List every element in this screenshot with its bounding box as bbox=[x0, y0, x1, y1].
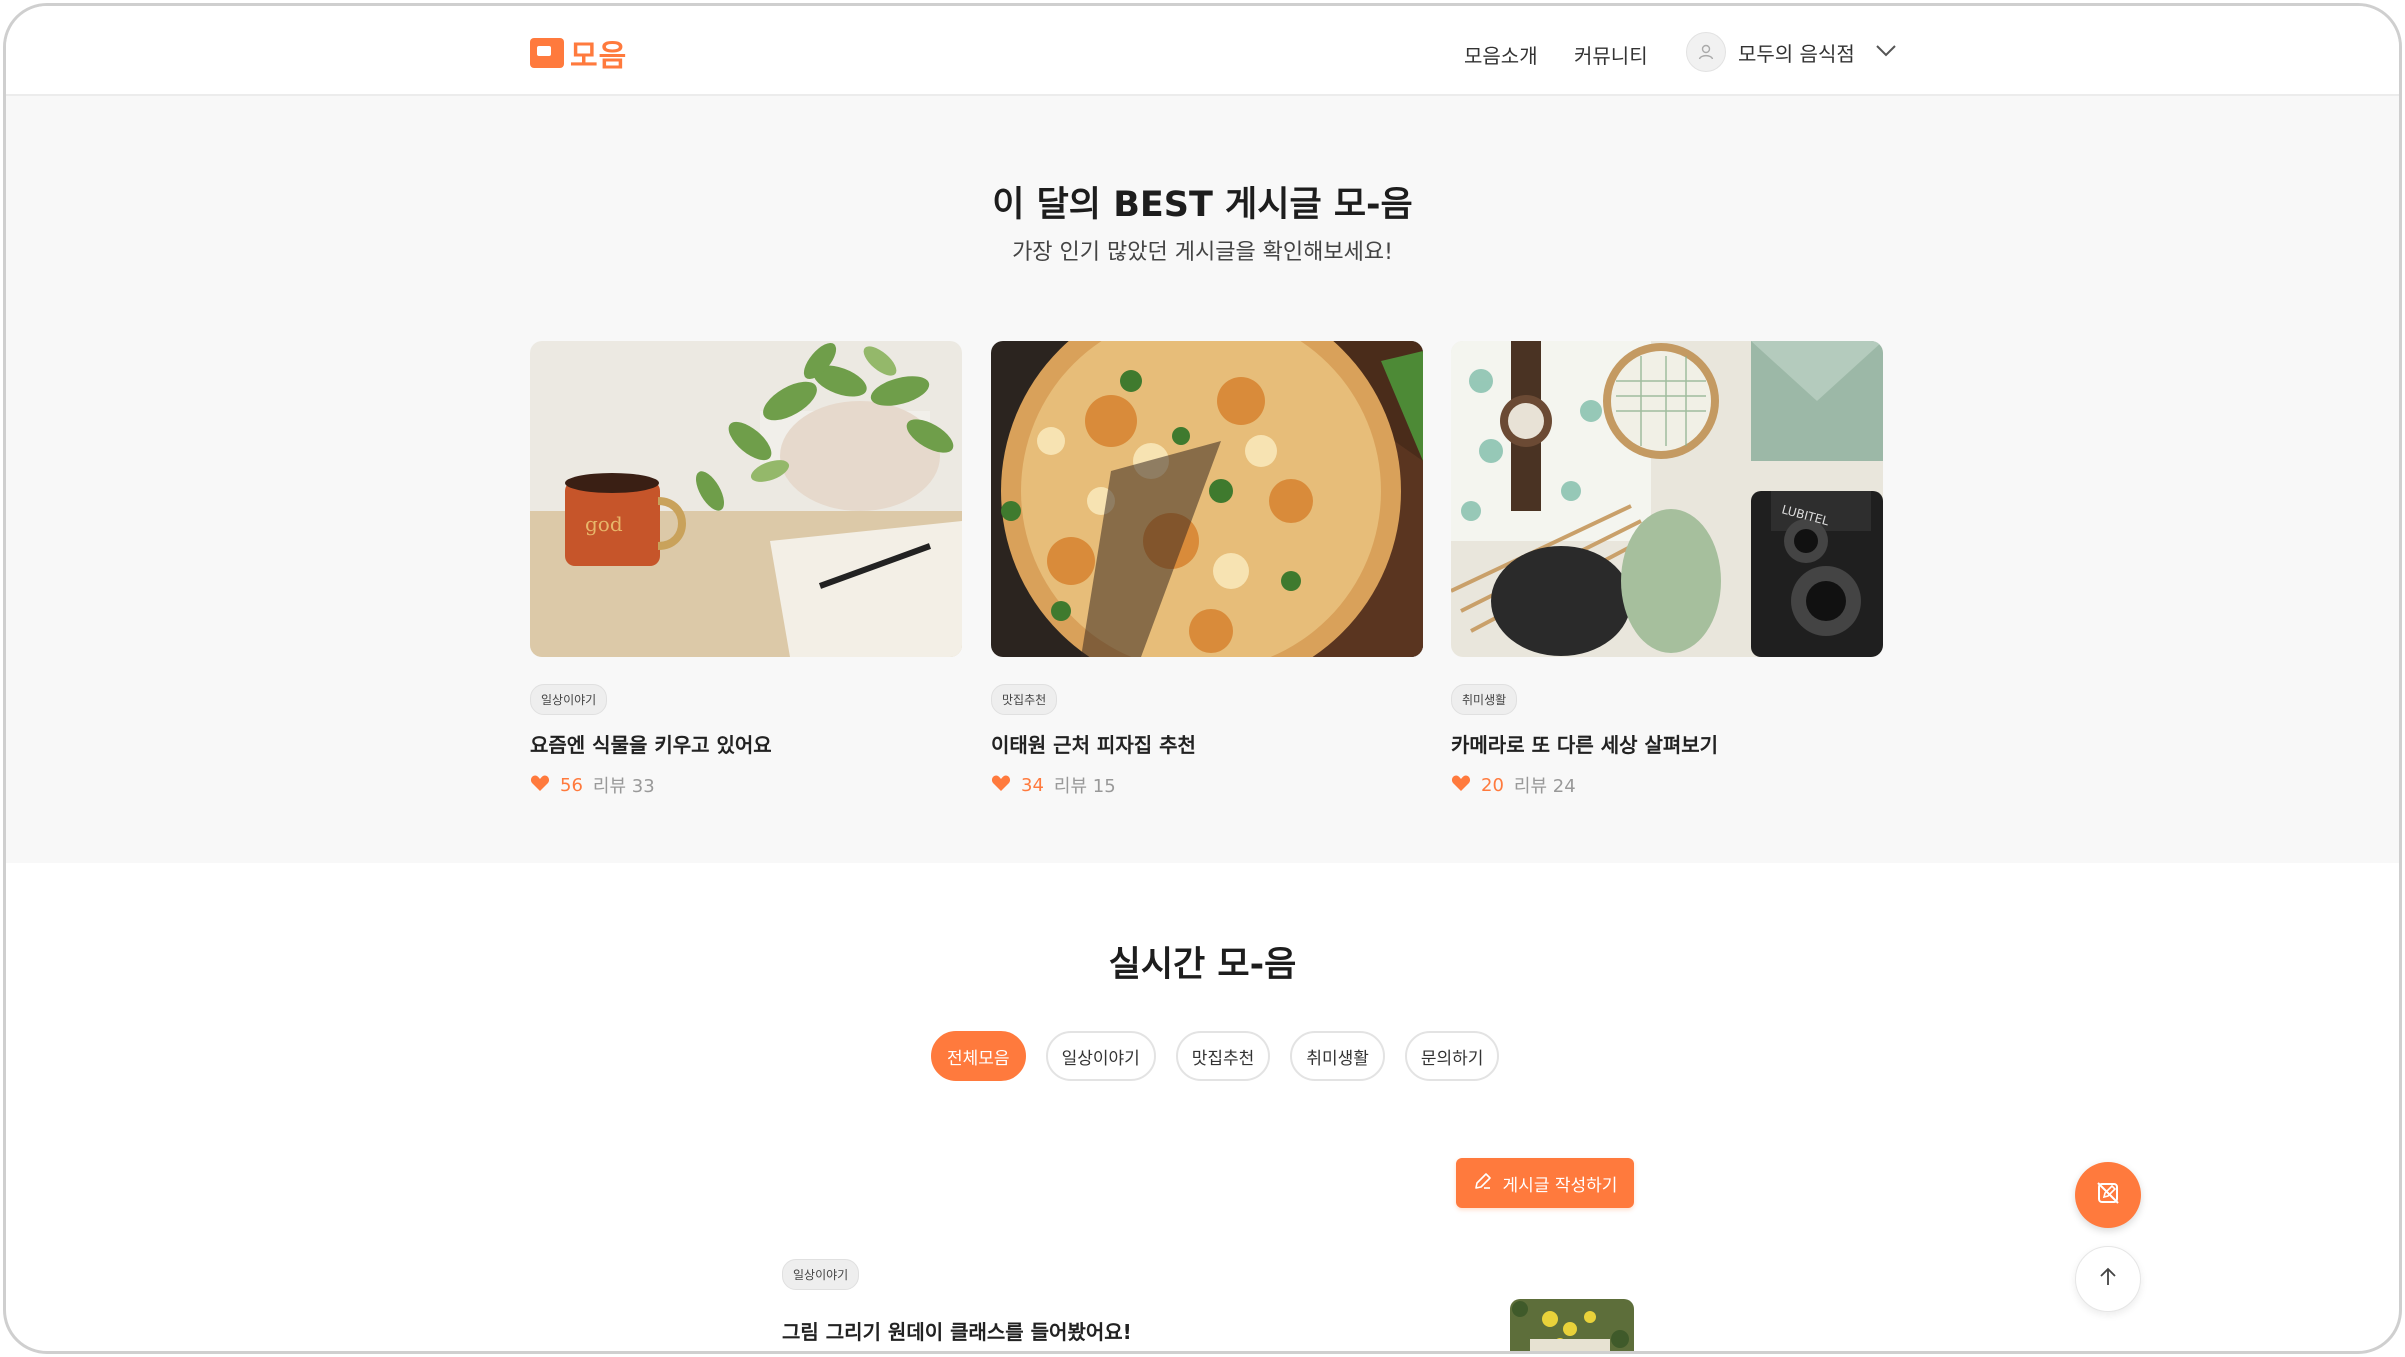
filter-daily[interactable]: 일상이야기 bbox=[1045, 1031, 1156, 1081]
best-card[interactable]: LUBITEL 취미생활 카메라로 또 다른 세상 살펴보기 20 리뷰 24 bbox=[1451, 341, 1883, 798]
like-count: 34 bbox=[1021, 774, 1044, 796]
review-count: 리뷰 15 bbox=[1053, 776, 1116, 797]
chevron-down-icon[interactable] bbox=[1875, 43, 1897, 62]
post-title[interactable]: 그림 그리기 원데이 클래스를 들어봤어요! bbox=[782, 1316, 1132, 1345]
heart-icon bbox=[1451, 774, 1471, 797]
user-name: 모두의 음식점 bbox=[1738, 41, 1855, 66]
category-tag: 취미생활 bbox=[1451, 684, 1518, 715]
write-post-button[interactable]: 게시글 작성하기 bbox=[1456, 1158, 1634, 1208]
user-menu[interactable]: 모두의 음식점 bbox=[1686, 32, 1897, 72]
best-card[interactable]: 맛집추천 이태원 근처 피자집 추천 34 리뷰 15 bbox=[991, 341, 1423, 798]
category-filter-bar: 전체모음 일상이야기 맛집추천 취미생활 문의하기 bbox=[931, 1031, 1500, 1081]
filter-restaurant[interactable]: 맛집추천 bbox=[1175, 1031, 1271, 1081]
filter-all[interactable]: 전체모음 bbox=[931, 1031, 1026, 1081]
user-icon bbox=[1686, 32, 1726, 72]
card-title[interactable]: 카메라로 또 다른 세상 살펴보기 bbox=[1451, 729, 1883, 758]
filter-inquiry[interactable]: 문의하기 bbox=[1404, 1031, 1500, 1081]
realtime-title: 실시간 모-음 bbox=[1108, 945, 1297, 985]
logo-text: 모음 bbox=[570, 39, 628, 74]
pencil-icon bbox=[1473, 1171, 1493, 1196]
card-image-plant: god bbox=[530, 341, 962, 657]
card-title[interactable]: 이태원 근처 피자집 추천 bbox=[991, 729, 1423, 758]
review-count: 리뷰 33 bbox=[592, 776, 655, 797]
like-count: 20 bbox=[1481, 774, 1504, 796]
like-count: 56 bbox=[560, 774, 583, 796]
filter-hobby[interactable]: 취미생활 bbox=[1290, 1031, 1385, 1081]
browser-frame: 모음 모음소개 커뮤니티 모두의 음식점 이 달의 BEST 게시글 모-음 가… bbox=[3, 3, 2402, 1354]
best-section: 이 달의 BEST 게시글 모-음 가장 인기 많았던 게시글을 확인해보세요! bbox=[6, 96, 2399, 863]
write-post-label: 게시글 작성하기 bbox=[1502, 1175, 1618, 1196]
card-image-camera: LUBITEL bbox=[1451, 341, 1883, 657]
card-meta: 56 리뷰 33 bbox=[530, 772, 962, 798]
svg-text:god: god bbox=[585, 512, 623, 536]
best-card[interactable]: god 일상이야기 요즘엔 식물을 키우고 있어요 56 리뷰 33 bbox=[530, 341, 962, 798]
heart-icon bbox=[530, 774, 550, 797]
arrow-up-icon bbox=[2096, 1265, 2120, 1293]
best-subtitle: 가장 인기 많았던 게시글을 확인해보세요! bbox=[1012, 240, 1393, 265]
nav-item-community[interactable]: 커뮤니티 bbox=[1574, 40, 1648, 69]
scroll-top-button[interactable] bbox=[2075, 1246, 2141, 1312]
category-tag: 일상이야기 bbox=[782, 1259, 860, 1290]
card-title[interactable]: 요즘엔 식물을 키우고 있어요 bbox=[530, 729, 962, 758]
card-meta: 34 리뷰 15 bbox=[991, 772, 1423, 798]
chat-bubble-logo-icon bbox=[530, 38, 564, 68]
heart-icon bbox=[991, 774, 1011, 797]
floating-edit-button[interactable] bbox=[2075, 1162, 2141, 1228]
post-list-item[interactable]: 일상이야기 그림 그리기 원데이 클래스를 들어봤어요! bbox=[782, 1259, 1634, 1351]
category-tag: 일상이야기 bbox=[530, 684, 608, 715]
card-image-pizza bbox=[991, 341, 1423, 657]
edit-off-icon bbox=[2093, 1178, 2123, 1212]
card-meta: 20 리뷰 24 bbox=[1451, 772, 1883, 798]
logo[interactable]: 모음 bbox=[530, 34, 628, 74]
best-title: 이 달의 BEST 게시글 모-음 bbox=[992, 185, 1413, 225]
review-count: 리뷰 24 bbox=[1513, 776, 1576, 797]
top-header: 모음 모음소개 커뮤니티 모두의 음식점 bbox=[6, 6, 2399, 96]
nav-item-intro[interactable]: 모음소개 bbox=[1464, 40, 1538, 69]
category-tag: 맛집추천 bbox=[991, 684, 1058, 715]
post-thumbnail bbox=[1510, 1299, 1634, 1351]
